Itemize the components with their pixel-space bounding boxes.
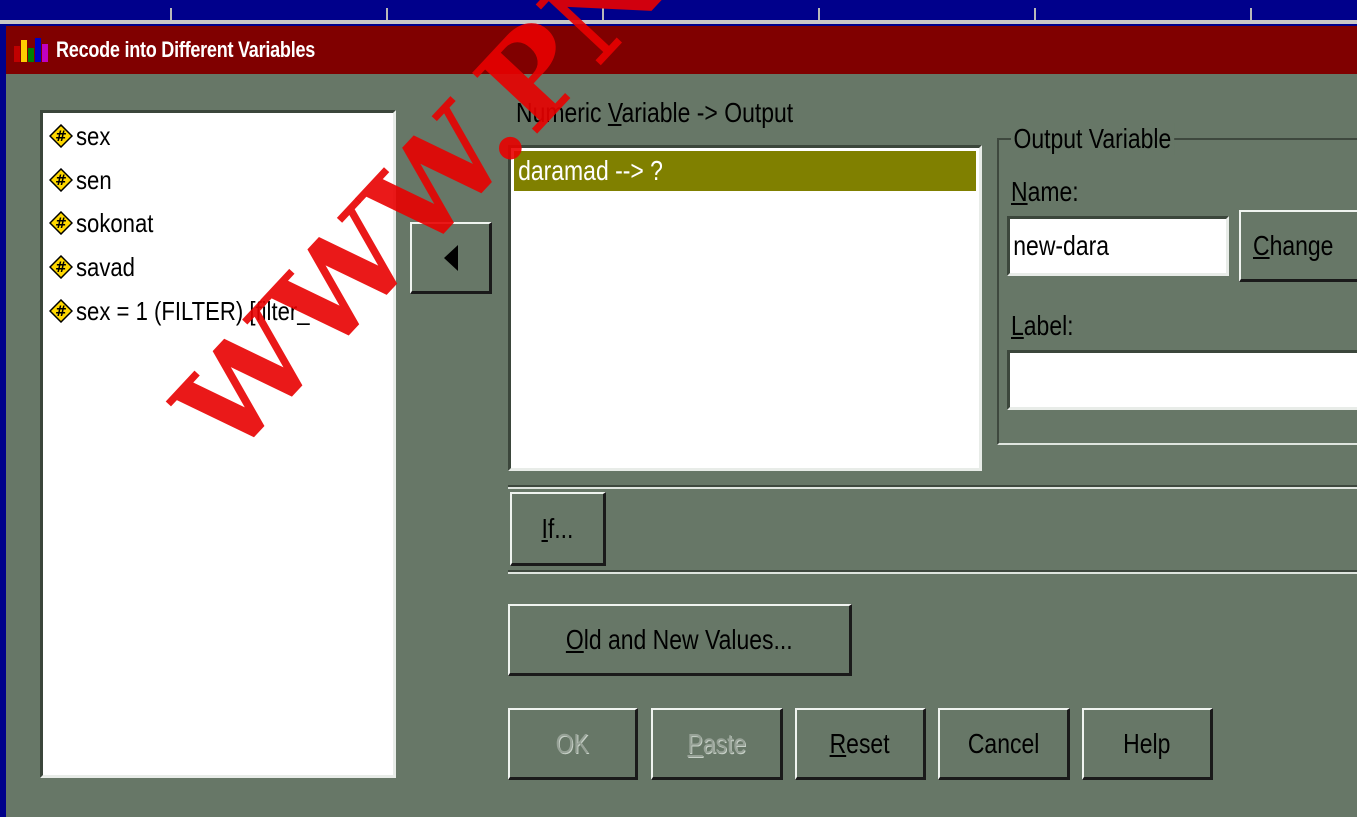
- numeric-variable-output-list[interactable]: daramad --> ?: [508, 145, 982, 471]
- ok-button[interactable]: OK: [508, 708, 638, 780]
- source-variable-list[interactable]: # sex # sen # sokonat # savad # sex = 1 …: [40, 110, 396, 778]
- old-and-new-values-button[interactable]: Old and New Values...: [508, 604, 852, 676]
- change-button[interactable]: Change: [1239, 210, 1357, 282]
- svg-text:#: #: [55, 304, 67, 320]
- mapping-header: Numeric Variable -> Output: [516, 97, 794, 128]
- svg-text:#: #: [55, 260, 67, 276]
- output-label-field[interactable]: [1007, 350, 1357, 410]
- numeric-variable-icon: #: [49, 124, 73, 148]
- separator: [508, 570, 1357, 574]
- title-bar[interactable]: Recode into Different Variables: [6, 26, 1357, 74]
- variable-item[interactable]: # sen: [49, 163, 118, 197]
- variable-item[interactable]: # sex = 1 (FILTER) [filter_: [49, 294, 389, 328]
- numeric-variable-icon: #: [49, 211, 73, 235]
- window-title: Recode into Different Variables: [56, 37, 316, 62]
- numeric-variable-icon: #: [49, 299, 73, 323]
- variable-label: savad: [76, 251, 135, 282]
- variable-label: sex: [76, 120, 111, 151]
- background-window-edge: [0, 20, 1357, 24]
- numeric-variable-icon: #: [49, 255, 73, 279]
- if-button[interactable]: If...: [510, 492, 606, 566]
- svg-text:#: #: [55, 216, 67, 232]
- svg-text:#: #: [55, 129, 67, 145]
- svg-text:#: #: [55, 173, 67, 189]
- variable-item[interactable]: # savad: [49, 250, 145, 284]
- reset-button[interactable]: Reset: [795, 708, 926, 780]
- separator: [508, 485, 1357, 489]
- output-variable-group-label: Output Variable: [1011, 123, 1174, 155]
- paste-button[interactable]: Paste: [651, 708, 783, 780]
- cancel-button[interactable]: Cancel: [938, 708, 1070, 780]
- variable-label: sex = 1 (FILTER) [filter_: [76, 295, 310, 326]
- spss-app-icon: [14, 38, 48, 62]
- numeric-variable-icon: #: [49, 168, 73, 192]
- move-variable-button[interactable]: [410, 222, 492, 294]
- variable-label: sen: [76, 164, 112, 195]
- background-window-strip: [0, 0, 1357, 24]
- variable-item[interactable]: # sex: [49, 119, 116, 153]
- help-button[interactable]: Help: [1082, 708, 1213, 780]
- label-label: Label:: [1011, 310, 1074, 341]
- variable-item[interactable]: # sokonat: [49, 206, 167, 240]
- variable-label: sokonat: [76, 207, 154, 238]
- name-label: Name:: [1011, 176, 1079, 207]
- output-name-field[interactable]: new-dara: [1007, 216, 1229, 276]
- recode-dialog: Recode into Different Variables # sex # …: [6, 26, 1357, 817]
- mapping-item-selected[interactable]: daramad --> ?: [514, 151, 976, 191]
- left-arrow-icon: [443, 244, 458, 271]
